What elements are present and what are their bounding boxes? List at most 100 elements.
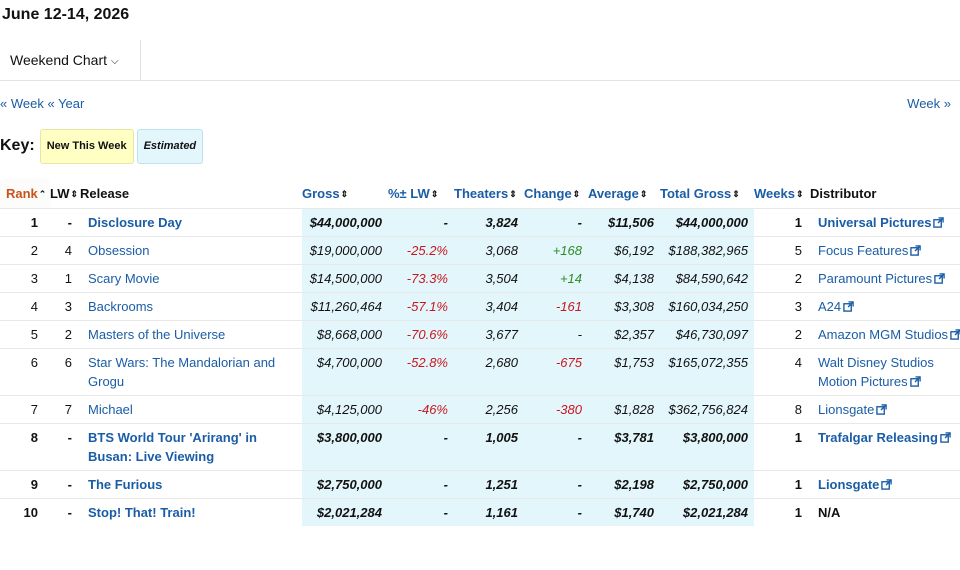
average-cell: $1,740 [588,498,660,526]
key-new-this-week: New This Week [39,128,134,164]
last-week-cell: - [50,208,80,237]
distributor-link[interactable]: Universal Pictures [818,215,931,230]
sort-asc-icon: ⌃ [38,188,47,199]
sort-icon: ⇕ [572,188,581,199]
sort-icon: ⇕ [795,188,804,199]
table-row: 9- The Furious $2,750,000-1,251- $2,198 $2,7… [0,470,960,499]
release-cell: Disclosure Day [80,208,302,237]
total-gross-cell: $160,034,250 [660,292,754,321]
average-cell: $6,192 [588,236,660,265]
gross-cell: $2,750,000 [302,470,388,499]
change-cell: -161 [524,292,588,321]
distributor-link[interactable]: Amazon MGM Studios [818,327,948,342]
release-link[interactable]: Obsession [88,243,149,258]
release-link[interactable]: Disclosure Day [88,215,182,230]
rank-cell: 8 [0,423,50,471]
last-week-cell: 3 [50,292,80,321]
gross-cell: $14,500,000 [302,264,388,293]
header-release[interactable]: Release [80,178,302,209]
gross-cell: $8,668,000 [302,320,388,349]
next-week-link[interactable]: Week » [907,96,951,111]
pct-lw-cell: -73.3% [388,264,454,293]
change-cell: - [524,470,588,499]
weeks-cell: 1 [754,423,810,471]
change-cell: +168 [524,236,588,265]
average-cell: $4,138 [588,264,660,293]
release-cell: Star Wars: The Mandalorian and Grogu [80,348,302,396]
release-link[interactable]: Backrooms [88,299,153,314]
release-link[interactable]: The Furious [88,477,162,492]
theaters-cell: 3,824 [454,208,524,237]
header-weeks[interactable]: Weeks⇕ [754,178,810,209]
distributor-cell: Lionsgate [810,470,960,499]
header-change[interactable]: Change⇕ [524,178,588,209]
prev-week-link[interactable]: « Week [0,96,44,111]
release-cell: Masters of the Universe [80,320,302,349]
table-row: 4 3 Backrooms $11,260,464 -57.1% 3,404 -161 $3,… [0,292,960,321]
distributor-link[interactable]: N/A [818,505,840,520]
last-week-cell: 6 [50,348,80,396]
external-link-icon [881,479,893,490]
total-gross-cell: $362,756,824 [660,395,754,424]
prev-year-link[interactable]: « Year [47,96,84,111]
distributor-cell: Trafalgar Releasing [810,423,960,471]
header-lw[interactable]: LW⇕ [50,178,80,209]
rank-cell: 10 [0,498,50,526]
theaters-cell: 2,680 [454,348,524,396]
distributor-cell: Universal Pictures [810,208,960,237]
release-link[interactable]: Masters of the Universe [88,327,225,342]
header-average[interactable]: Average⇕ [588,178,660,209]
release-link[interactable]: Scary Movie [88,271,160,286]
release-cell: Obsession [80,236,302,265]
weeks-cell: 2 [754,320,810,349]
weeks-cell: 1 [754,208,810,237]
change-cell: - [524,423,588,471]
header-total-gross[interactable]: Total Gross⇕ [660,178,754,209]
gross-cell: $19,000,000 [302,236,388,265]
nav-prev: « Week « Year [0,96,84,111]
theaters-cell: 1,005 [454,423,524,471]
sort-icon: ⇕ [732,188,740,199]
header-gross[interactable]: Gross⇕ [302,178,388,209]
rank-cell: 4 [0,292,50,321]
header-theaters[interactable]: Theaters⇕ [454,178,524,209]
weeks-cell: 2 [754,264,810,293]
average-cell: $2,357 [588,320,660,349]
weeks-cell: 8 [754,395,810,424]
pct-lw-cell: -57.1% [388,292,454,321]
weekend-chart-dropdown[interactable]: Weekend Chart ⌵ [0,40,141,80]
distributor-link[interactable]: Focus Features [818,243,908,258]
weeks-cell: 5 [754,236,810,265]
average-cell: $2,198 [588,470,660,499]
release-link[interactable]: Stop! That! Train! [88,505,196,520]
release-cell: Michael [80,395,302,424]
change-cell: - [524,320,588,349]
pct-lw-cell: - [388,470,454,499]
header-rank[interactable]: Rank⌃ [0,178,50,209]
rank-cell: 1 [0,208,50,237]
header-pct-lw[interactable]: %± LW⇕ [388,178,454,209]
theaters-cell: 1,161 [454,498,524,526]
header-distributor[interactable]: Distributor [810,178,960,209]
gross-cell: $44,000,000 [302,208,388,237]
weeks-cell: 4 [754,348,810,396]
distributor-link[interactable]: Lionsgate [818,477,879,492]
distributor-link[interactable]: Paramount Pictures [818,271,932,286]
theaters-cell: 3,068 [454,236,524,265]
release-link[interactable]: Star Wars: The Mandalorian and Grogu [88,355,275,389]
change-cell: - [524,208,588,237]
release-link[interactable]: BTS World Tour 'Arirang' in Busan: Live … [88,430,257,464]
distributor-link[interactable]: Trafalgar Releasing [818,430,938,445]
weeks-cell: 1 [754,470,810,499]
rank-cell: 5 [0,320,50,349]
release-link[interactable]: Michael [88,402,133,417]
external-link-icon [909,376,921,387]
distributor-cell: Focus Features [810,236,960,265]
theaters-cell: 2,256 [454,395,524,424]
theaters-cell: 3,404 [454,292,524,321]
change-cell: - [524,498,588,526]
distributor-link[interactable]: Lionsgate [818,402,874,417]
external-link-icon [940,432,951,443]
theaters-cell: 3,677 [454,320,524,349]
distributor-link[interactable]: A24 [818,299,841,314]
